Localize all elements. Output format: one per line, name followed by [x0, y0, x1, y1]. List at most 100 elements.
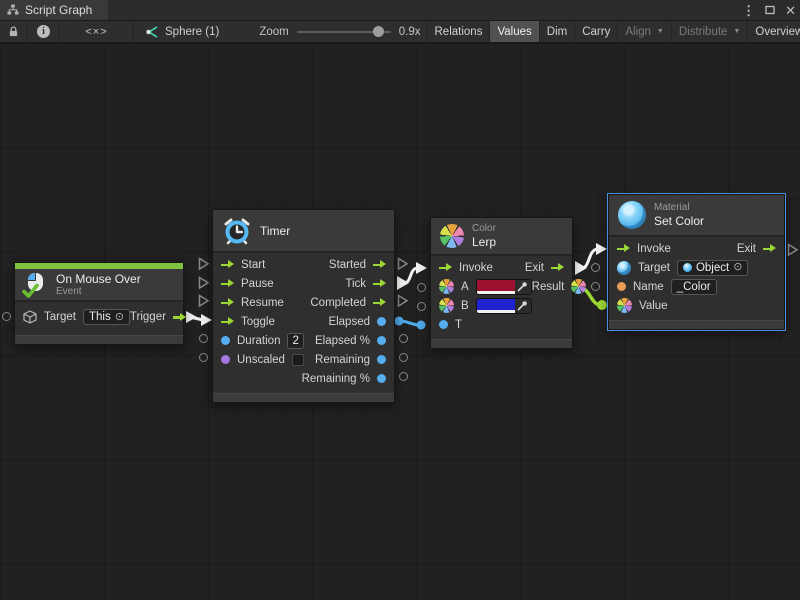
code-icon: <×> [85, 26, 107, 38]
values-toggle[interactable]: Values [489, 21, 538, 42]
info-button[interactable]: i [28, 21, 60, 42]
flow-port-icon[interactable] [221, 279, 234, 289]
external-flow-port[interactable] [198, 257, 210, 271]
port-row: Remaining % [213, 369, 394, 388]
color-wheel-icon [440, 224, 464, 248]
eyedropper-icon[interactable] [515, 280, 530, 294]
code-preview-button[interactable]: <×> [60, 21, 134, 42]
wire-elapsed-to-t [395, 317, 426, 330]
chevron-down-icon: ▼ [657, 28, 664, 35]
external-flow-port[interactable] [198, 276, 210, 290]
node-header[interactable]: Color Lerp [431, 218, 572, 256]
value-port-icon[interactable] [377, 317, 386, 326]
node-timer[interactable]: Timer Start Started Pause Tick Resume Co… [212, 209, 395, 403]
zoom-slider-handle[interactable] [373, 26, 384, 37]
object-picker-icon[interactable]: ⊙ [115, 312, 124, 323]
value-port-icon[interactable] [439, 320, 448, 329]
object-dot-icon [683, 263, 692, 272]
external-value-port[interactable] [199, 334, 208, 343]
external-flow-port[interactable] [198, 294, 210, 308]
external-value-port[interactable] [2, 312, 11, 321]
tab-script-graph[interactable]: Script Graph [0, 0, 108, 20]
zoom-label: Zoom [259, 26, 288, 38]
flow-port-icon[interactable] [173, 312, 186, 322]
dim-toggle[interactable]: Dim [539, 21, 574, 42]
material-sphere-icon [618, 201, 646, 229]
port-row: Duration2 Elapsed % [213, 331, 394, 350]
close-icon[interactable]: ✕ [785, 4, 796, 17]
node-footer [15, 335, 183, 344]
value-port-icon[interactable] [377, 355, 386, 364]
color-a-swatch [477, 280, 516, 294]
unscaled-checkbox[interactable] [292, 354, 304, 366]
external-value-port[interactable] [399, 372, 408, 381]
object-picker-icon[interactable]: ⊙ [733, 262, 742, 273]
info-icon: i [37, 25, 50, 38]
flow-port-icon[interactable] [373, 298, 386, 308]
external-value-port[interactable] [399, 353, 408, 362]
external-flow-port[interactable] [397, 294, 409, 308]
flow-port-icon[interactable] [551, 263, 564, 273]
external-flow-port[interactable] [397, 257, 409, 271]
flow-port-icon[interactable] [617, 244, 630, 254]
flow-port-icon[interactable] [373, 279, 386, 289]
node-title: Timer [260, 224, 290, 238]
material-port-icon[interactable] [617, 261, 631, 275]
external-value-port[interactable] [417, 302, 426, 311]
target-object-field[interactable]: This ⊙ [83, 309, 130, 325]
value-port-icon[interactable] [221, 336, 230, 345]
target-object-field[interactable]: Object ⊙ [677, 260, 748, 276]
zoom-slider[interactable] [297, 21, 391, 43]
distribute-dropdown[interactable]: Distribute▼ [671, 21, 748, 42]
maximize-icon[interactable] [765, 4, 775, 17]
port-row: B [431, 296, 572, 315]
value-port-icon[interactable] [377, 336, 386, 345]
color-b-field[interactable] [476, 298, 532, 314]
external-value-port[interactable] [199, 353, 208, 362]
flow-port-icon[interactable] [373, 260, 386, 270]
align-dropdown[interactable]: Align▼ [617, 21, 671, 42]
window-menu-icon[interactable]: ⋮ [742, 4, 755, 17]
value-port-icon[interactable] [377, 374, 386, 383]
node-on-mouse-over[interactable]: On Mouse Over Event Target This ⊙ [14, 262, 184, 345]
flow-port-icon[interactable] [221, 298, 234, 308]
node-footer [431, 339, 572, 348]
node-color-lerp[interactable]: Color Lerp Invoke Exit A Result [430, 217, 573, 349]
duration-input[interactable]: 2 [287, 333, 303, 349]
color-port-icon[interactable] [439, 279, 454, 294]
color-a-field[interactable] [476, 279, 532, 295]
flow-port-icon[interactable] [221, 317, 234, 327]
flow-port-icon[interactable] [439, 263, 452, 273]
tab-bar: Script Graph ⋮ ✕ [0, 0, 800, 21]
color-port-icon[interactable] [617, 298, 632, 313]
relations-toggle[interactable]: Relations [427, 21, 490, 42]
node-header[interactable]: Timer [213, 210, 394, 253]
graph-icon [7, 4, 19, 16]
node-titles: On Mouse Over Event [56, 272, 141, 298]
color-port-icon[interactable] [571, 279, 586, 294]
graph-canvas[interactable]: On Mouse Over Event Target This ⊙ [0, 43, 800, 600]
value-port-icon[interactable] [221, 355, 230, 364]
port-row: T [431, 315, 572, 334]
external-flow-port[interactable] [787, 243, 799, 257]
color-port-icon[interactable] [439, 298, 454, 313]
eyedropper-icon[interactable] [515, 299, 530, 313]
toolbar-middle: Sphere (1) Zoom 0.9x [134, 21, 427, 42]
external-value-port[interactable] [591, 263, 600, 272]
external-value-port[interactable] [591, 282, 600, 291]
node-footer [609, 320, 784, 329]
flow-port-icon[interactable] [763, 244, 776, 254]
carry-toggle[interactable]: Carry [574, 21, 617, 42]
flow-port-icon[interactable] [221, 260, 234, 270]
name-input[interactable]: _Color [671, 279, 717, 295]
node-titles: Color Lerp [472, 223, 496, 249]
node-set-color[interactable]: Material Set Color Invoke Exit Target Ob… [608, 194, 785, 330]
node-header[interactable]: On Mouse Over Event [15, 269, 183, 302]
overview-button[interactable]: Overview [747, 21, 800, 42]
external-value-port[interactable] [399, 334, 408, 343]
node-header[interactable]: Material Set Color [609, 195, 784, 237]
lock-button[interactable] [0, 21, 28, 42]
external-value-port[interactable] [417, 283, 426, 292]
zoom-value: 0.9x [399, 26, 421, 38]
value-port-icon[interactable] [617, 282, 626, 291]
